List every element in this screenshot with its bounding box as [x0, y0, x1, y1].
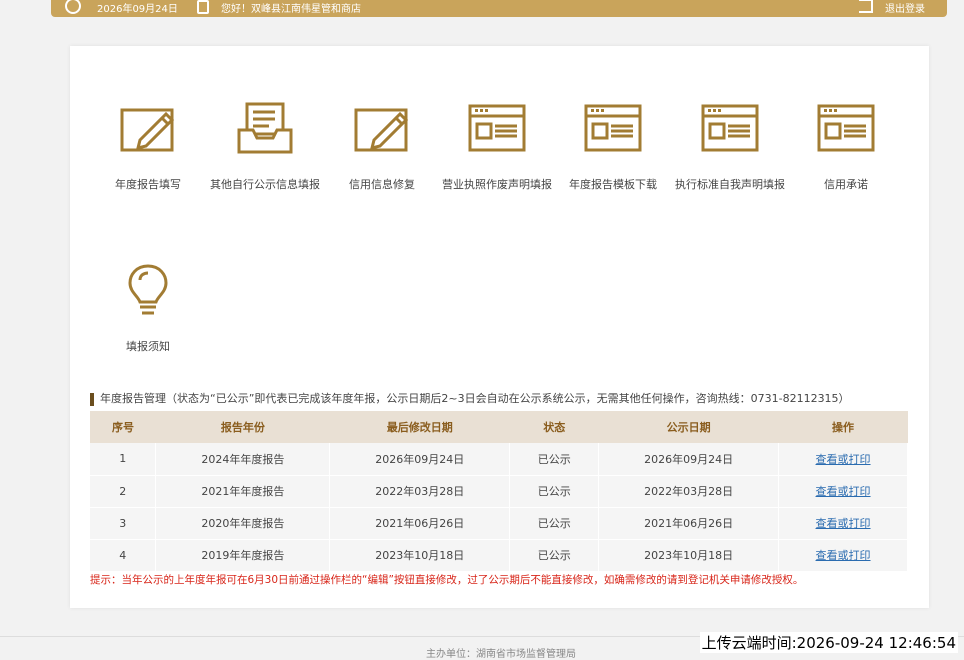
menu-item-label: 营业执照作废声明填报: [442, 178, 552, 191]
table-cell: 2020年年度报告: [155, 507, 331, 540]
menu-item-5[interactable]: 年度报告模板下载: [553, 100, 673, 192]
table-cell: 1: [90, 443, 157, 476]
menu-item-label: 信用信息修复: [349, 178, 415, 191]
column-header: 公示日期: [598, 411, 779, 443]
table-cell: 查看或打印: [778, 539, 908, 572]
table-cell: 2021年06月26日: [598, 507, 780, 540]
table-cell: 4: [90, 539, 157, 572]
menu-item-8[interactable]: 填报须知: [88, 262, 208, 354]
logout-icon[interactable]: [859, 0, 873, 13]
table-cell: 2023年10月18日: [598, 539, 780, 572]
menu-item-3[interactable]: 信用信息修复: [322, 100, 442, 192]
current-date: 2026年09月24日: [97, 4, 178, 15]
table-cell: 2026年09月24日: [598, 443, 780, 476]
clock-icon: [65, 0, 81, 14]
table-cell: 已公示: [509, 507, 600, 540]
form-window-icon: [437, 100, 557, 156]
table-cell: 3: [90, 507, 157, 540]
menu-item-1[interactable]: 年度报告填写: [88, 100, 208, 192]
menu-item-4[interactable]: 营业执照作废声明填报: [437, 100, 557, 192]
menu-item-label: 年度报告填写: [115, 178, 181, 191]
document-icon: [197, 0, 209, 14]
lightbulb-icon: [88, 262, 208, 318]
logout-link[interactable]: 退出登录: [885, 0, 925, 15]
inbox-icon: [205, 100, 325, 156]
table-body: 1 2024年年度报告 2026年09月24日 已公示 2026年09月24日 查看或打印…: [90, 443, 908, 572]
annual-report-table: 序号 报告年份 最后修改日期 状态 公示日期 操作 1 2024年年度报告 2026年09月2…: [90, 411, 908, 572]
edit-hint: 提示：当年公示的上年度年报可在6月30日前通过操作栏的“编辑”按钮直接修改，过了…: [90, 574, 804, 586]
column-header: 序号: [90, 411, 156, 443]
view-print-link[interactable]: 查看或打印: [816, 549, 871, 562]
table-cell: 查看或打印: [778, 475, 908, 508]
table-cell: 2021年06月26日: [329, 507, 511, 540]
table-cell: 2021年年度报告: [155, 475, 331, 508]
table-cell: 查看或打印: [778, 443, 908, 476]
column-header: 操作: [778, 411, 908, 443]
table-cell: 查看或打印: [778, 507, 908, 540]
table-cell: 已公示: [509, 475, 600, 508]
table-cell: 2022年03月28日: [598, 475, 780, 508]
view-print-link[interactable]: 查看或打印: [816, 453, 871, 466]
table-cell: 已公示: [509, 539, 600, 572]
table-row: 2 2021年年度报告 2022年03月28日 已公示 2022年03月28日 查看或打印: [90, 475, 908, 508]
section-title-text: 年度报告管理（状态为“已公示”即代表已完成该年度年报，公示日期后2~3日会自动在…: [100, 392, 850, 405]
table-row: 3 2020年年度报告 2021年06月26日 已公示 2021年06月26日 查看或打印: [90, 507, 908, 540]
menu-item-2[interactable]: 其他自行公示信息填报: [205, 100, 325, 192]
table-cell: 2022年03月28日: [329, 475, 511, 508]
table-cell: 2023年10月18日: [329, 539, 511, 572]
form-window-icon: [786, 100, 906, 156]
menu-item-label: 其他自行公示信息填报: [210, 178, 320, 191]
menu-item-label: 填报须知: [126, 340, 170, 353]
table-cell: 2026年09月24日: [329, 443, 511, 476]
table-cell: 已公示: [509, 443, 600, 476]
menu-item-7[interactable]: 信用承诺: [786, 100, 906, 192]
table-row: 1 2024年年度报告 2026年09月24日 已公示 2026年09月24日 查看或打印: [90, 443, 908, 476]
welcome-text: 您好！双峰县江南伟星管和商店: [221, 4, 361, 15]
table-row: 4 2019年年度报告 2023年10月18日 已公示 2023年10月18日 查看或打印: [90, 539, 908, 572]
view-print-link[interactable]: 查看或打印: [816, 485, 871, 498]
column-header: 最后修改日期: [329, 411, 510, 443]
menu-item-label: 执行标准自我声明填报: [675, 178, 785, 191]
column-header: 状态: [509, 411, 599, 443]
menu-item-6[interactable]: 执行标准自我声明填报: [670, 100, 790, 192]
form-window-icon: [553, 100, 673, 156]
menu-item-label: 年度报告模板下载: [569, 178, 657, 191]
top-bar: 2026年09月24日 您好！双峰县江南伟星管和商店 退出登录: [51, 0, 947, 17]
edit-icon: [88, 100, 208, 156]
footer-organizer: 主办单位：湖南省市场监督管理局: [426, 649, 576, 660]
menu-item-label: 信用承诺: [824, 178, 868, 191]
table-header-row: 序号 报告年份 最后修改日期 状态 公示日期 操作: [90, 411, 908, 443]
form-window-icon: [670, 100, 790, 156]
view-print-link[interactable]: 查看或打印: [816, 517, 871, 530]
edit-icon: [322, 100, 442, 156]
upload-time-watermark: 上传云端时间:2026-09-24 12:46:54: [699, 632, 958, 653]
table-cell: 2024年年度报告: [155, 443, 331, 476]
section-title: 年度报告管理（状态为“已公示”即代表已完成该年度年报，公示日期后2~3日会自动在…: [90, 390, 850, 406]
table-cell: 2019年年度报告: [155, 539, 331, 572]
section-marker: [90, 392, 94, 406]
table-cell: 2: [90, 475, 157, 508]
column-header: 报告年份: [155, 411, 330, 443]
